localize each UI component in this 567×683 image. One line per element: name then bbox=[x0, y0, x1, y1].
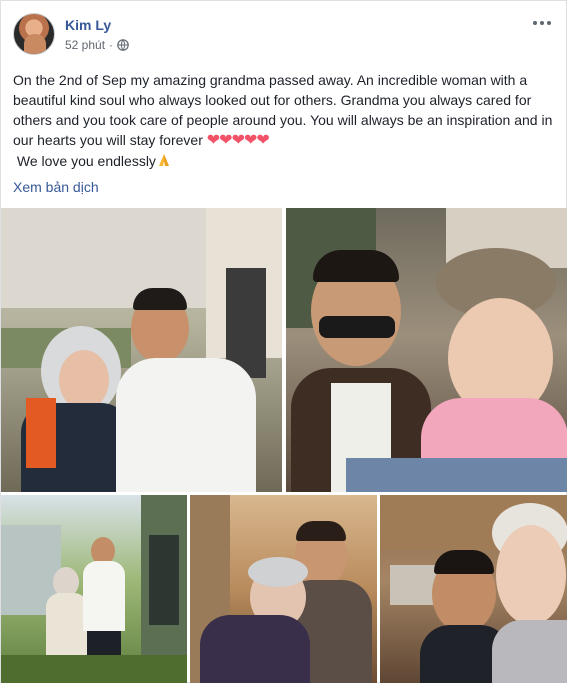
avatar-figure bbox=[24, 34, 46, 54]
photo-5[interactable] bbox=[380, 495, 567, 683]
folded-hands-icon bbox=[158, 154, 169, 166]
post-text: On the 2nd of Sep my amazing grandma pas… bbox=[13, 70, 558, 171]
hearts-emoji: ❤❤❤❤❤ bbox=[206, 132, 270, 149]
photo-1[interactable] bbox=[1, 208, 282, 492]
post-time[interactable]: 52 phút bbox=[65, 38, 105, 52]
globe-icon[interactable] bbox=[117, 39, 129, 51]
see-translation-link[interactable]: Xem bản dịch bbox=[13, 179, 99, 195]
photo-3[interactable] bbox=[1, 495, 187, 683]
photo-4[interactable] bbox=[190, 495, 377, 683]
post-body: On the 2nd of Sep my amazing grandma pas… bbox=[13, 72, 553, 148]
post-meta: 52 phút · bbox=[65, 38, 129, 52]
author-avatar[interactable] bbox=[13, 13, 55, 55]
post-card: Kim Ly 52 phút · On the 2nd of Sep my am… bbox=[0, 0, 567, 683]
more-options-icon[interactable] bbox=[530, 13, 554, 33]
photo-2[interactable] bbox=[286, 208, 567, 492]
meta-separator: · bbox=[109, 38, 114, 52]
author-name[interactable]: Kim Ly bbox=[65, 17, 111, 33]
post-closing: We love you endlessly bbox=[16, 153, 156, 169]
post-header: Kim Ly 52 phút · bbox=[1, 1, 567, 65]
